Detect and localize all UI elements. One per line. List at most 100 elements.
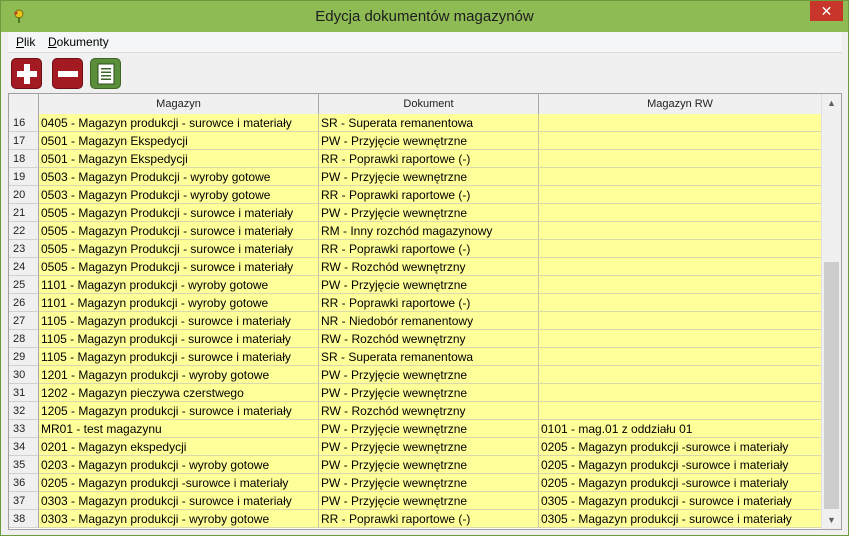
close-button[interactable]: ✕ (810, 1, 843, 21)
table-row[interactable]: 20 0503 - Magazyn Produkcji - wyroby goto… (9, 186, 822, 204)
table-row[interactable]: 38 0303 - Magazyn produkcji - wyroby goto… (9, 510, 822, 528)
dokument-cell[interactable]: PW - Przyjęcie wewnętrzne (319, 366, 539, 384)
magazyn-cell[interactable]: 1105 - Magazyn produkcji - surowce i mat… (39, 348, 319, 366)
table-row[interactable]: 17 0501 - Magazyn Ekspedycji PW - Przyjęci… (9, 132, 822, 150)
table-row[interactable]: 24 0505 - Magazyn Produkcji - surowce i m… (9, 258, 822, 276)
dokument-cell[interactable]: SR - Superata remanentowa (319, 114, 539, 132)
dokument-cell[interactable]: RR - Poprawki raportowe (-) (319, 510, 539, 528)
dokument-cell[interactable]: RW - Rozchód wewnętrzny (319, 330, 539, 348)
magazyn-rw-cell[interactable] (539, 150, 822, 168)
documents-grid[interactable]: Magazyn Dokument Magazyn RW 16 0405 - Mag… (8, 93, 842, 530)
magazyn-cell[interactable]: 1105 - Magazyn produkcji - surowce i mat… (39, 330, 319, 348)
dokument-cell[interactable]: RR - Poprawki raportowe (-) (319, 240, 539, 258)
table-row[interactable]: 18 0501 - Magazyn Ekspedycji RR - Poprawki… (9, 150, 822, 168)
dokument-cell[interactable]: RR - Poprawki raportowe (-) (319, 294, 539, 312)
magazyn-rw-cell[interactable] (539, 312, 822, 330)
dokument-cell[interactable]: PW - Przyjęcie wewnętrzne (319, 420, 539, 438)
dokument-cell[interactable]: PW - Przyjęcie wewnętrzne (319, 474, 539, 492)
dokument-cell[interactable]: PW - Przyjęcie wewnętrzne (319, 276, 539, 294)
magazyn-rw-cell[interactable] (539, 204, 822, 222)
magazyn-rw-cell[interactable] (539, 384, 822, 402)
row-number-cell[interactable]: 16 (9, 114, 39, 132)
magazyn-rw-cell[interactable] (539, 132, 822, 150)
table-row[interactable]: 35 0203 - Magazyn produkcji - wyroby goto… (9, 456, 822, 474)
magazyn-cell[interactable]: 1101 - Magazyn produkcji - wyroby gotowe (39, 276, 319, 294)
dokument-cell[interactable]: PW - Przyjęcie wewnętrzne (319, 168, 539, 186)
row-number-cell[interactable]: 31 (9, 384, 39, 402)
table-row[interactable]: 30 1201 - Magazyn produkcji - wyroby goto… (9, 366, 822, 384)
magazyn-cell[interactable]: 0201 - Magazyn ekspedycji (39, 438, 319, 456)
table-row[interactable]: 37 0303 - Magazyn produkcji - surowce i m… (9, 492, 822, 510)
magazyn-cell[interactable]: 0205 - Magazyn produkcji -surowce i mate… (39, 474, 319, 492)
row-number-cell[interactable]: 19 (9, 168, 39, 186)
dokument-cell[interactable]: NR - Niedobór remanentowy (319, 312, 539, 330)
row-number-cell[interactable]: 23 (9, 240, 39, 258)
magazyn-cell[interactable]: 1205 - Magazyn produkcji - surowce i mat… (39, 402, 319, 420)
dokument-cell[interactable]: RW - Rozchód wewnętrzny (319, 402, 539, 420)
dokument-cell[interactable]: PW - Przyjęcie wewnętrzne (319, 204, 539, 222)
row-number-cell[interactable]: 34 (9, 438, 39, 456)
row-number-cell[interactable]: 27 (9, 312, 39, 330)
vertical-scrollbar[interactable]: ▲ ▼ (821, 94, 841, 529)
dokument-cell[interactable]: RR - Poprawki raportowe (-) (319, 150, 539, 168)
table-row[interactable]: 21 0505 - Magazyn Produkcji - surowce i m… (9, 204, 822, 222)
dokument-cell[interactable]: SR - Superata remanentowa (319, 348, 539, 366)
magazyn-rw-cell[interactable]: 0305 - Magazyn produkcji - surowce i mat… (539, 492, 822, 510)
menu-dokumenty[interactable]: Dokumenty (48, 35, 109, 49)
magazyn-cell[interactable]: 0501 - Magazyn Ekspedycji (39, 150, 319, 168)
table-row[interactable]: 26 1101 - Magazyn produkcji - wyroby goto… (9, 294, 822, 312)
row-number-cell[interactable]: 17 (9, 132, 39, 150)
magazyn-rw-cell[interactable] (539, 168, 822, 186)
table-row[interactable]: 28 1105 - Magazyn produkcji - surowce i m… (9, 330, 822, 348)
row-number-cell[interactable]: 32 (9, 402, 39, 420)
table-row[interactable]: 22 0505 - Magazyn Produkcji - surowce i m… (9, 222, 822, 240)
magazyn-cell[interactable]: MR01 - test magazynu (39, 420, 319, 438)
magazyn-rw-cell[interactable] (539, 276, 822, 294)
row-number-cell[interactable]: 30 (9, 366, 39, 384)
dokument-cell[interactable]: PW - Przyjęcie wewnętrzne (319, 384, 539, 402)
magazyn-rw-cell[interactable] (539, 222, 822, 240)
table-row[interactable]: 36 0205 - Magazyn produkcji -surowce i ma… (9, 474, 822, 492)
magazyn-cell[interactable]: 0503 - Magazyn Produkcji - wyroby gotowe (39, 168, 319, 186)
magazyn-rw-cell[interactable]: 0205 - Magazyn produkcji -surowce i mate… (539, 438, 822, 456)
magazyn-cell[interactable]: 0505 - Magazyn Produkcji - surowce i mat… (39, 204, 319, 222)
scroll-thumb[interactable] (824, 262, 839, 509)
magazyn-cell[interactable]: 0303 - Magazyn produkcji - wyroby gotowe (39, 510, 319, 528)
table-row[interactable]: 25 1101 - Magazyn produkcji - wyroby goto… (9, 276, 822, 294)
magazyn-cell[interactable]: 0503 - Magazyn Produkcji - wyroby gotowe (39, 186, 319, 204)
magazyn-rw-cell[interactable] (539, 186, 822, 204)
magazyn-rw-cell[interactable] (539, 114, 822, 132)
table-row[interactable]: 16 0405 - Magazyn produkcji - surowce i m… (9, 114, 822, 132)
magazyn-rw-cell[interactable]: 0101 - mag.01 z oddziału 01 (539, 420, 822, 438)
row-number-cell[interactable]: 25 (9, 276, 39, 294)
dokument-cell[interactable]: PW - Przyjęcie wewnętrzne (319, 492, 539, 510)
table-row[interactable]: 29 1105 - Magazyn produkcji - surowce i m… (9, 348, 822, 366)
dokument-cell[interactable]: PW - Przyjęcie wewnętrzne (319, 456, 539, 474)
magazyn-rw-cell[interactable]: 0205 - Magazyn produkcji -surowce i mate… (539, 456, 822, 474)
header-magazyn[interactable]: Magazyn (39, 94, 319, 114)
table-row[interactable]: 19 0503 - Magazyn Produkcji - wyroby goto… (9, 168, 822, 186)
delete-button[interactable] (52, 58, 83, 89)
row-number-cell[interactable]: 24 (9, 258, 39, 276)
magazyn-rw-cell[interactable] (539, 258, 822, 276)
magazyn-cell[interactable]: 0505 - Magazyn Produkcji - surowce i mat… (39, 240, 319, 258)
magazyn-cell[interactable]: 0203 - Magazyn produkcji - wyroby gotowe (39, 456, 319, 474)
title-bar[interactable]: Edycja dokumentów magazynów ✕ (1, 1, 848, 32)
row-number-cell[interactable]: 18 (9, 150, 39, 168)
document-button[interactable] (90, 58, 121, 89)
row-number-cell[interactable]: 29 (9, 348, 39, 366)
dokument-cell[interactable]: PW - Przyjęcie wewnętrzne (319, 438, 539, 456)
magazyn-rw-cell[interactable] (539, 348, 822, 366)
magazyn-rw-cell[interactable] (539, 402, 822, 420)
row-number-cell[interactable]: 33 (9, 420, 39, 438)
dokument-cell[interactable]: RR - Poprawki raportowe (-) (319, 186, 539, 204)
magazyn-cell[interactable]: 0303 - Magazyn produkcji - surowce i mat… (39, 492, 319, 510)
magazyn-rw-cell[interactable] (539, 330, 822, 348)
table-row[interactable]: 31 1202 - Magazyn pieczywa czerstwego PW -… (9, 384, 822, 402)
magazyn-rw-cell[interactable] (539, 240, 822, 258)
table-row[interactable]: 32 1205 - Magazyn produkcji - surowce i m… (9, 402, 822, 420)
row-number-cell[interactable]: 28 (9, 330, 39, 348)
row-number-cell[interactable]: 35 (9, 456, 39, 474)
row-number-cell[interactable]: 36 (9, 474, 39, 492)
magazyn-cell[interactable]: 1201 - Magazyn produkcji - wyroby gotowe (39, 366, 319, 384)
